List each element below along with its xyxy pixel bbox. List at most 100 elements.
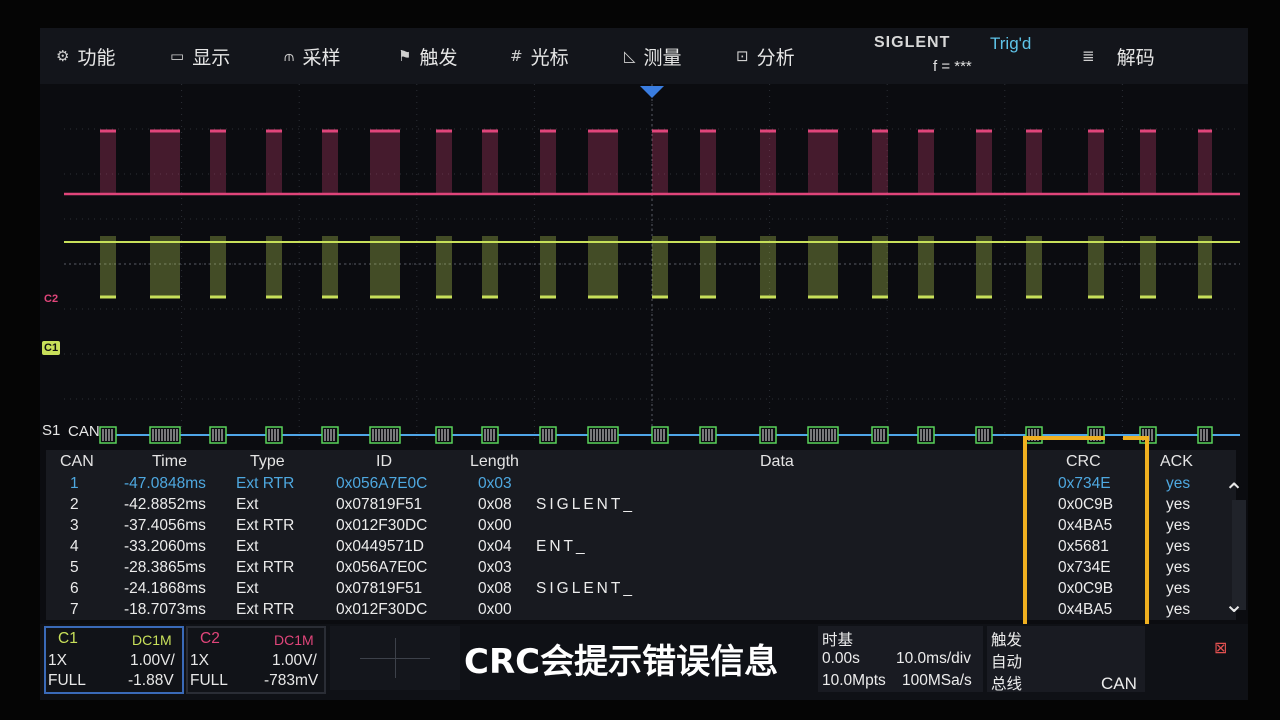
- timebase-scale: 10.0ms/div: [896, 650, 971, 667]
- row-length: 0x04: [478, 538, 512, 555]
- row-time: -37.4056ms: [124, 517, 206, 534]
- header-type: Type: [250, 453, 285, 470]
- row-ack: yes: [1166, 559, 1191, 576]
- menu-bar: ⚙ 功能 ▭ 显示 ⫙ 采样 ⚑ 触发 # 光标 ◺ 测量 ⊡ 分析 SIGLE…: [40, 28, 1248, 84]
- network-icon[interactable]: ⊠: [1214, 638, 1227, 658]
- menu-decode[interactable]: ≣ 解码: [1082, 42, 1155, 70]
- bus-frame: [759, 426, 777, 444]
- row-id: 0x012F30DC: [336, 601, 428, 618]
- menu-acquire[interactable]: ⫙ 采样: [284, 42, 340, 70]
- trigger-mode: 自动: [991, 654, 1023, 671]
- header-can: CAN: [60, 453, 94, 470]
- decode-icon: ≣: [1082, 47, 1095, 65]
- timebase-panel[interactable]: 时基 0.00s 10.0ms/div 10.0Mpts 100MSa/s: [818, 626, 983, 692]
- waveform-area[interactable]: [64, 84, 1240, 444]
- status-bar: C1 DC1M 1X 1.00V/ FULL -1.88V C2 DC1M 1X…: [40, 624, 1248, 700]
- c1-burst: [540, 236, 556, 298]
- c1-burst: [918, 236, 934, 298]
- row-time: -24.1868ms: [124, 580, 206, 597]
- menu-acquire-label: 采样: [302, 47, 341, 69]
- row-type: Ext RTR: [236, 559, 295, 576]
- row-ack: yes: [1166, 601, 1191, 618]
- menu-trigger-label: 触发: [419, 47, 458, 69]
- bus-frame: [481, 426, 499, 444]
- video-subtitle: CRC会提示错误信息: [464, 642, 779, 682]
- row-type: Ext: [236, 538, 259, 555]
- c1-scale: 1.00V/: [130, 652, 175, 669]
- c1-burst: [1026, 236, 1042, 298]
- c1-burst: [100, 236, 116, 298]
- c1-burst: [150, 236, 180, 298]
- c1-burst: [872, 236, 888, 298]
- row-time: -18.7073ms: [124, 601, 206, 618]
- menu-cursor[interactable]: # 光标: [510, 42, 569, 70]
- trigger-panel[interactable]: 触发 自动 总线 CAN: [987, 626, 1145, 693]
- bus-frame: [265, 426, 283, 444]
- row-can: 1: [70, 475, 79, 492]
- c1-probe: 1X: [48, 652, 67, 669]
- header-time: Time: [152, 453, 187, 470]
- bus-frame: [1197, 426, 1213, 444]
- menu-cursor-label: 光标: [530, 47, 569, 69]
- timebase-title: 时基: [822, 632, 854, 649]
- row-ack: yes: [1166, 517, 1191, 534]
- c1-settings[interactable]: C1 DC1M 1X 1.00V/ FULL -1.88V: [44, 626, 184, 694]
- menu-function[interactable]: ⚙ 功能: [56, 42, 115, 70]
- trigger-type: 总线: [991, 676, 1023, 693]
- row-time: -42.8852ms: [124, 496, 206, 513]
- frequency-readout: f = ***: [933, 58, 972, 75]
- row-length: 0x08: [478, 580, 512, 597]
- row-length: 0x03: [478, 559, 512, 576]
- bus-label: CAN: [68, 423, 100, 440]
- bus-frame: [99, 426, 117, 444]
- s1-marker[interactable]: S1: [42, 422, 60, 439]
- header-id: ID: [376, 453, 392, 470]
- c2-marker[interactable]: C2: [44, 293, 58, 305]
- row-can: 5: [70, 559, 79, 576]
- row-length: 0x08: [478, 496, 512, 513]
- c2-burst: [322, 130, 338, 194]
- bus-frame: [975, 426, 993, 444]
- menu-measure[interactable]: ◺ 测量: [624, 42, 682, 70]
- row-ack: yes: [1166, 496, 1191, 513]
- c2-settings[interactable]: C2 DC1M 1X 1.00V/ FULL -783mV: [186, 626, 326, 694]
- bus-frame: [917, 426, 935, 444]
- c2-burst: [100, 130, 116, 194]
- row-data: SIGLENT_: [536, 496, 635, 513]
- c2-burst: [588, 130, 618, 194]
- monitor-icon: ▭: [170, 47, 185, 65]
- c1-burst: [1198, 236, 1212, 298]
- analysis-icon: ⊡: [736, 47, 749, 65]
- scroll-down-icon[interactable]: ⌄: [1224, 590, 1244, 618]
- crc-highlight-box: [1023, 436, 1149, 630]
- c1-burst: [760, 236, 776, 298]
- menu-trigger[interactable]: ⚑ 触发: [398, 42, 457, 70]
- c1-burst: [1140, 236, 1156, 298]
- row-can: 3: [70, 517, 79, 534]
- memory-depth: 10.0Mpts: [822, 672, 886, 689]
- c2-burst: [1140, 130, 1156, 194]
- cursor-icon: #: [510, 47, 523, 65]
- bus-frame: [871, 426, 889, 444]
- menu-display[interactable]: ▭ 显示: [170, 42, 230, 70]
- menu-decode-label: 解码: [1116, 47, 1155, 69]
- c2-burst: [482, 130, 498, 194]
- empty-channel-slot[interactable]: [330, 626, 460, 690]
- row-type: Ext: [236, 496, 259, 513]
- c1-burst: [266, 236, 282, 298]
- trigger-position-marker[interactable]: [640, 86, 664, 98]
- c2-burst: [1198, 130, 1212, 194]
- trigger-status: Trig'd: [990, 34, 1032, 53]
- c2-scale: 1.00V/: [272, 652, 317, 669]
- c1-burst: [1088, 236, 1104, 298]
- row-data: ENT_: [536, 538, 588, 555]
- c2-burst: [808, 130, 838, 194]
- bus-frame: [699, 426, 717, 444]
- row-type: Ext: [236, 580, 259, 597]
- c2-burst: [700, 130, 716, 194]
- bus-frame: [209, 426, 227, 444]
- menu-analysis[interactable]: ⊡ 分析: [736, 42, 795, 70]
- c1-marker[interactable]: C1: [42, 341, 61, 355]
- menu-display-label: 显示: [192, 47, 231, 69]
- c1-burst: [210, 236, 226, 298]
